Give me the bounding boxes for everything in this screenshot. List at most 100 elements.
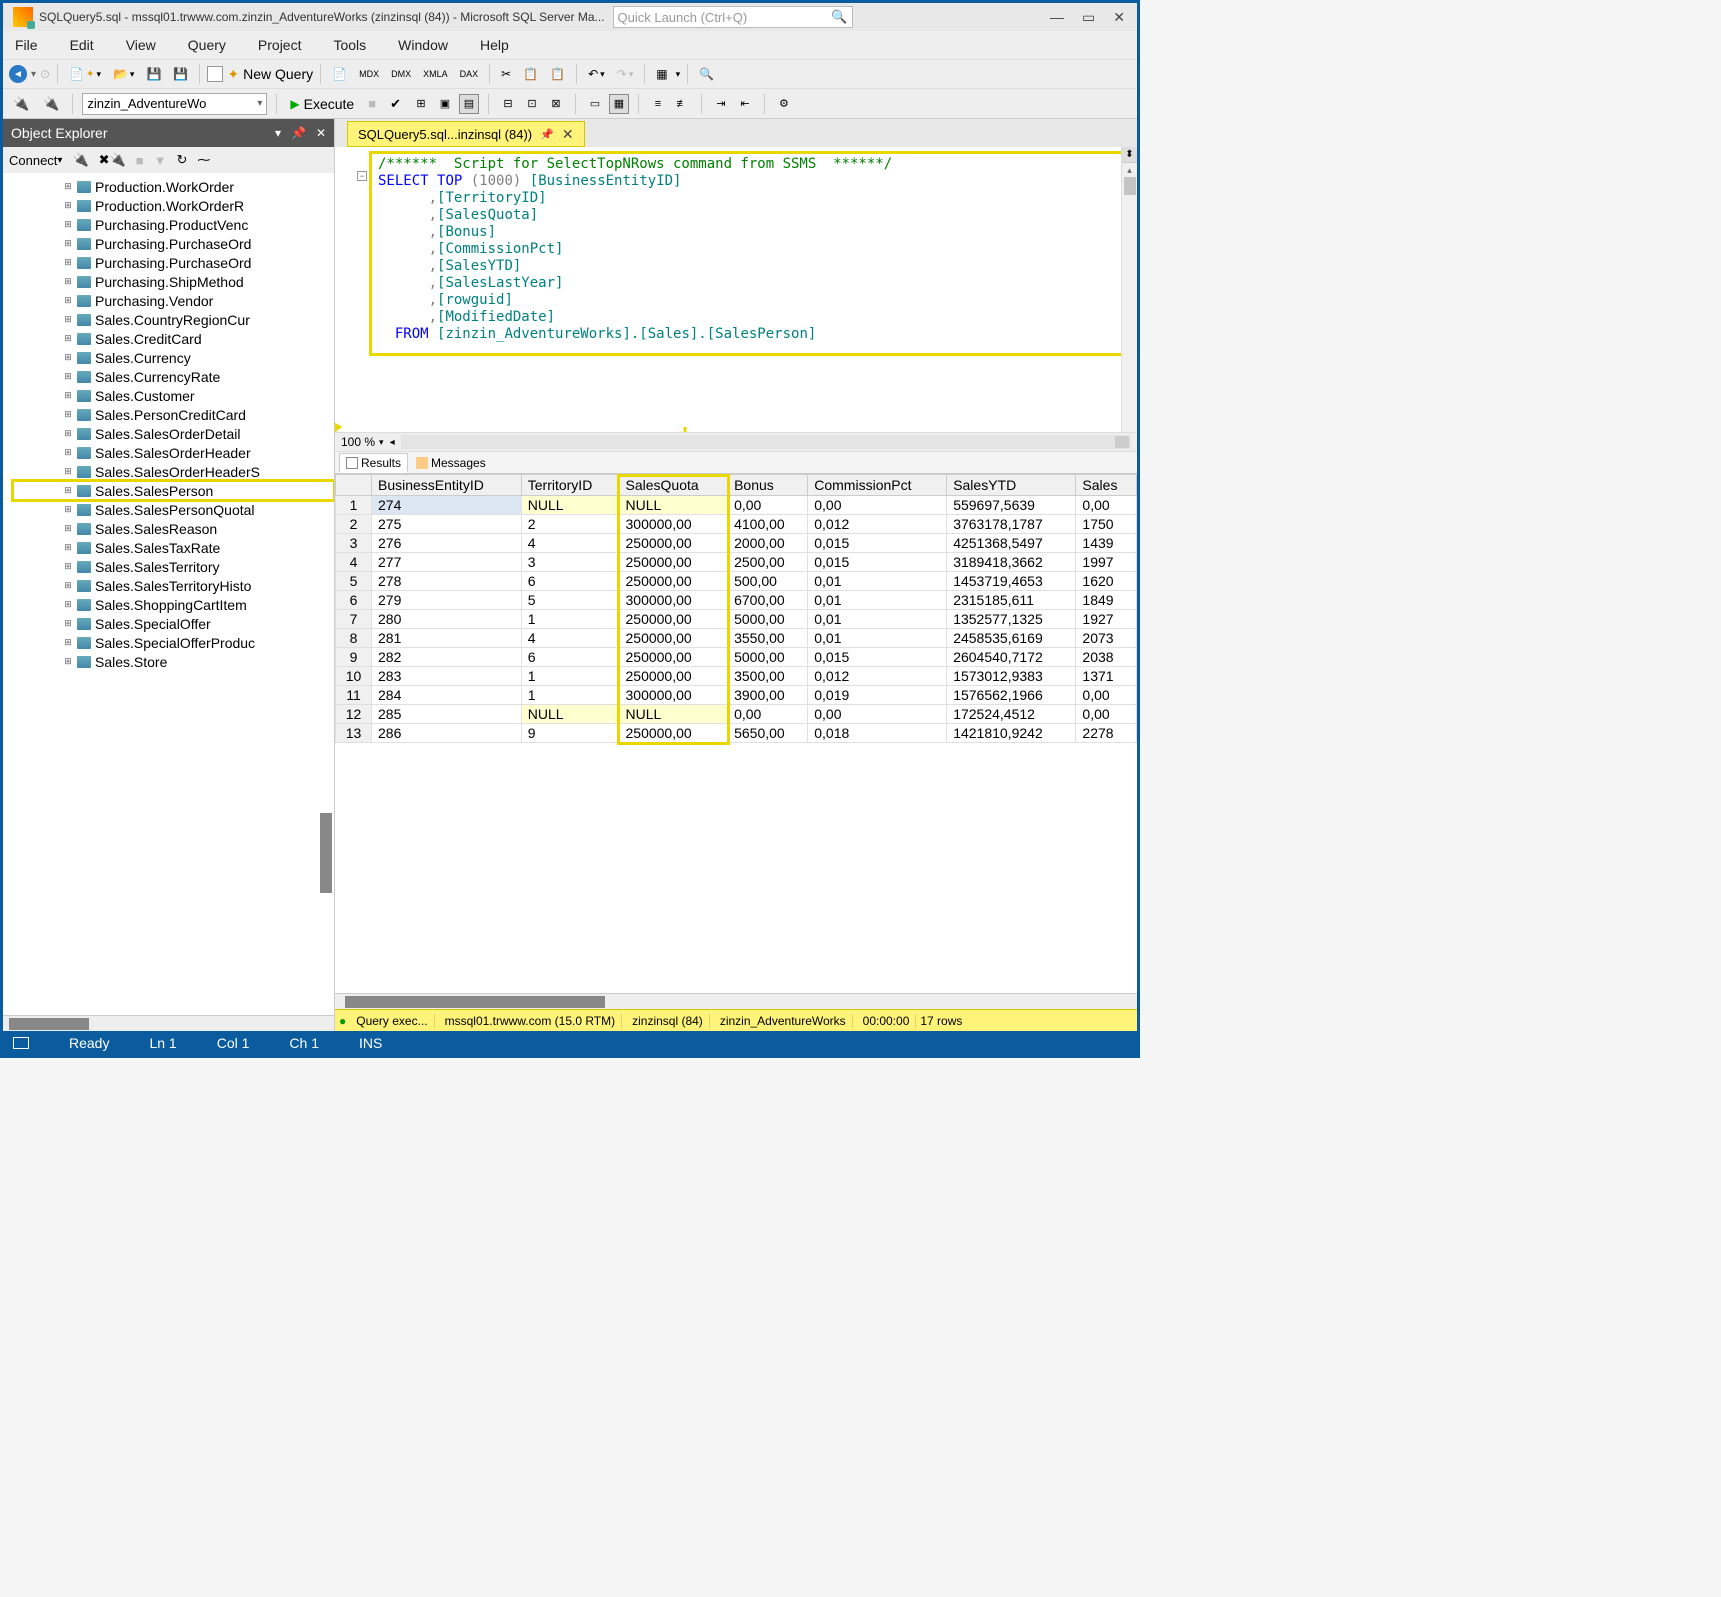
results-file-icon[interactable]: ▦ <box>609 94 629 114</box>
cell[interactable]: 0,012 <box>808 667 947 686</box>
redo-button[interactable]: ↷▾ <box>613 65 638 83</box>
object-explorer-tree[interactable]: ⊞Production.WorkOrder⊞Production.WorkOrd… <box>3 173 334 1015</box>
tree-item[interactable]: ⊞Sales.ShoppingCartItem <box>13 595 334 614</box>
table-row[interactable]: 82814250000,003550,000,012458535,6169207… <box>336 629 1137 648</box>
cell[interactable]: NULL <box>619 705 728 724</box>
cell[interactable]: 250000,00 <box>619 648 728 667</box>
messages-tab[interactable]: Messages <box>410 454 492 472</box>
tree-item[interactable]: ⊞Sales.Currency <box>13 348 334 367</box>
tree-item[interactable]: ⊞Sales.CurrencyRate <box>13 367 334 386</box>
cell[interactable]: 2500,00 <box>728 553 808 572</box>
cell[interactable]: 285 <box>372 705 522 724</box>
tree-item[interactable]: ⊞Sales.SalesPersonQuotal <box>13 500 334 519</box>
cell[interactable]: 0,00 <box>728 496 808 515</box>
cell[interactable]: 250000,00 <box>619 724 728 743</box>
database-select[interactable]: zinzin_AdventureWo▾ <box>82 93 267 115</box>
new-query-button[interactable]: ✦New Query <box>207 66 313 83</box>
cell[interactable]: 3763178,1787 <box>947 515 1076 534</box>
cell[interactable]: 276 <box>372 534 522 553</box>
tree-item[interactable]: ⊞Purchasing.PurchaseOrd <box>13 234 334 253</box>
comment-icon[interactable]: ≡ <box>648 94 668 114</box>
cell[interactable]: 500,00 <box>728 572 808 591</box>
cell[interactable]: 286 <box>372 724 522 743</box>
connect-dropdown[interactable]: Connect▾ <box>9 153 62 168</box>
menu-project[interactable]: Project <box>254 35 306 55</box>
sql-editor-pane[interactable]: − /****** Script for SelectTopNRows comm… <box>335 147 1137 432</box>
cell[interactable]: 1927 <box>1076 610 1137 629</box>
change-connection-icon[interactable]: 🔌 <box>39 94 63 114</box>
cell[interactable]: 5000,00 <box>728 610 808 629</box>
cell[interactable]: 1576562,1966 <box>947 686 1076 705</box>
cell[interactable]: 6 <box>521 648 619 667</box>
display-plan-icon[interactable]: ⊞ <box>411 94 431 114</box>
results-text-icon[interactable]: ▭ <box>585 94 605 114</box>
cell[interactable]: 279 <box>372 591 522 610</box>
cell[interactable]: NULL <box>521 496 619 515</box>
table-row[interactable]: 1274NULLNULL0,000,00559697,56390,00 <box>336 496 1137 515</box>
cell[interactable]: 0,00 <box>1076 705 1137 724</box>
cell[interactable]: 4100,00 <box>728 515 808 534</box>
cell[interactable]: 1 <box>336 496 372 515</box>
save-all-button[interactable]: 💾 <box>169 65 192 83</box>
cell[interactable]: 1371 <box>1076 667 1137 686</box>
menu-tools[interactable]: Tools <box>329 35 370 55</box>
cell[interactable]: 4 <box>336 553 372 572</box>
find-icon[interactable]: 🔍 <box>695 65 718 83</box>
cell[interactable]: 250000,00 <box>619 629 728 648</box>
connect-icon[interactable]: 🔌 <box>72 152 88 168</box>
cell[interactable]: 2 <box>336 515 372 534</box>
column-header[interactable]: Bonus <box>728 475 808 496</box>
results-grid[interactable]: BusinessEntityIDTerritoryIDSalesQuotaBon… <box>335 474 1137 743</box>
cell[interactable]: 559697,5639 <box>947 496 1076 515</box>
cell[interactable]: 2315185,611 <box>947 591 1076 610</box>
cell[interactable]: 274 <box>372 496 522 515</box>
cell[interactable]: 280 <box>372 610 522 629</box>
tree-item[interactable]: ⊞Purchasing.ShipMethod <box>13 272 334 291</box>
cell[interactable]: 250000,00 <box>619 610 728 629</box>
cell[interactable]: 0,012 <box>808 515 947 534</box>
cell[interactable]: 1421810,9242 <box>947 724 1076 743</box>
menu-help[interactable]: Help <box>476 35 513 55</box>
connect-icon[interactable]: 🔌 <box>9 94 33 114</box>
column-header[interactable]: BusinessEntityID <box>372 475 522 496</box>
parse-button[interactable]: ✔ <box>386 94 405 114</box>
table-row[interactable]: 62795300000,006700,000,012315185,6111849 <box>336 591 1137 610</box>
maximize-button[interactable]: ▭ <box>1082 9 1095 26</box>
cell[interactable]: 5 <box>521 591 619 610</box>
cell[interactable]: 8 <box>336 629 372 648</box>
cell[interactable]: 172524,4512 <box>947 705 1076 724</box>
cell[interactable]: 250000,00 <box>619 572 728 591</box>
stop-button[interactable]: ■ <box>364 94 380 113</box>
cell[interactable]: 1849 <box>1076 591 1137 610</box>
cell[interactable]: 1997 <box>1076 553 1137 572</box>
cell[interactable]: 0,015 <box>808 534 947 553</box>
cell[interactable]: 3500,00 <box>728 667 808 686</box>
dmx-icon[interactable]: DMX <box>387 67 415 81</box>
tree-item[interactable]: ⊞Purchasing.ProductVenc <box>13 215 334 234</box>
cell[interactable]: 2604540,7172 <box>947 648 1076 667</box>
cell[interactable]: 5000,00 <box>728 648 808 667</box>
table-row[interactable]: 22752300000,004100,000,0123763178,178717… <box>336 515 1137 534</box>
cell[interactable]: 0,01 <box>808 610 947 629</box>
tree-item[interactable]: ⊞Sales.SalesTerritoryHisto <box>13 576 334 595</box>
cell[interactable]: 7 <box>336 610 372 629</box>
cut-button[interactable]: ✂ <box>497 65 515 83</box>
cell[interactable]: 11 <box>336 686 372 705</box>
table-row[interactable]: 72801250000,005000,000,011352577,1325192… <box>336 610 1137 629</box>
include-plan-icon[interactable]: ⊟ <box>498 94 518 114</box>
execute-button[interactable]: ▶Execute <box>286 96 358 112</box>
specify-values-icon[interactable]: ⚙ <box>774 94 794 114</box>
cell[interactable]: 2000,00 <box>728 534 808 553</box>
refresh-icon[interactable]: ↻ <box>176 152 187 168</box>
menu-edit[interactable]: Edit <box>66 35 98 55</box>
table-row[interactable]: 32764250000,002000,000,0154251368,549714… <box>336 534 1137 553</box>
close-button[interactable]: ✕ <box>1113 9 1125 26</box>
column-header[interactable] <box>336 475 372 496</box>
properties-icon[interactable]: ▦ <box>652 65 671 83</box>
tree-item[interactable]: ⊞Sales.CountryRegionCur <box>13 310 334 329</box>
cell[interactable]: 3 <box>521 553 619 572</box>
cell[interactable]: 283 <box>372 667 522 686</box>
cell[interactable]: 0,01 <box>808 591 947 610</box>
tree-item[interactable]: ⊞Sales.PersonCreditCard <box>13 405 334 424</box>
tree-item[interactable]: ⊞Sales.SpecialOffer <box>13 614 334 633</box>
